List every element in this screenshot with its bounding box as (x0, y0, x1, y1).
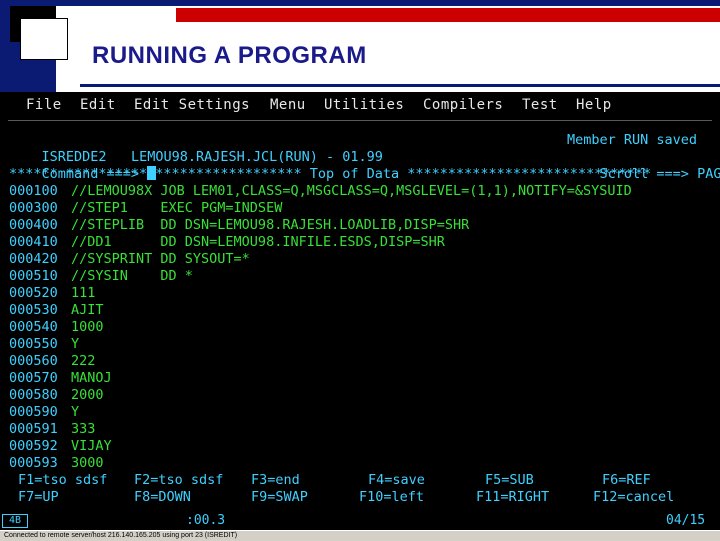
menu-utilities[interactable]: Utilities (324, 97, 404, 113)
pfkey-f6[interactable]: F6=REF (602, 472, 651, 489)
pfkey-f11[interactable]: F11=RIGHT (476, 489, 549, 506)
pfkey-f4[interactable]: F4=save (368, 472, 425, 489)
pfkey-f2[interactable]: F2=tso sdsf (134, 472, 223, 489)
slide-title-rule (80, 84, 720, 87)
pfkey-f9[interactable]: F9=SWAP (251, 489, 308, 506)
terminal-screen[interactable]: File Edit Edit Settings Menu Utilities C… (0, 92, 720, 512)
edit-line[interactable]: 000592 VIJAY (9, 438, 112, 455)
slide-corner-deco-light (20, 18, 68, 60)
dataset-name: LEMOU98.RAJESH.JCL(RUN) - 01.99 (130, 149, 383, 165)
slide-top-red-stripe (176, 8, 720, 22)
cursor-position: 04/15 (666, 513, 706, 528)
edit-line[interactable]: 000400//STEPLIB DD DSN=LEMOU98.RAJESH.LO… (9, 217, 469, 234)
edit-line[interactable]: 000540 1000 (9, 319, 104, 336)
edit-line[interactable]: 000410//DD1 DD DSN=LEMOU98.INFILE.ESDS,D… (9, 234, 445, 251)
menu-test[interactable]: Test (522, 97, 558, 113)
pfkey-f10[interactable]: F10=left (359, 489, 424, 506)
edit-line[interactable]: 000530 AJIT (9, 302, 104, 319)
pfkey-f7[interactable]: F7=UP (18, 489, 59, 506)
edit-line[interactable]: 000580 2000 (9, 387, 104, 404)
menu-compilers[interactable]: Compilers (423, 97, 503, 113)
scroll-value-input[interactable]: PAGE (697, 166, 720, 182)
scroll-field: Scroll ===> PAGE (567, 149, 720, 182)
menu-edit[interactable]: Edit (80, 97, 116, 113)
edit-line[interactable]: 000510//SYSIN DD * (9, 268, 193, 285)
edit-line[interactable]: 000590 Y (9, 404, 79, 421)
edit-line[interactable]: 000100//LEMOU98X JOB LEM01,CLASS=Q,MSGCL… (9, 183, 632, 200)
menu-help[interactable]: Help (576, 97, 612, 113)
edit-line[interactable]: 000520 111 (9, 285, 95, 302)
edit-header-line: ISREDDE2 LEMOU98.RAJESH.JCL(RUN) - 01.99 (9, 132, 383, 165)
slide-top-gap (80, 6, 176, 22)
menu-menu[interactable]: Menu (270, 97, 306, 113)
menu-edit-settings[interactable]: Edit Settings (134, 97, 250, 113)
edit-line[interactable]: 000300//STEP1 EXEC PGM=INDSEW (9, 200, 282, 217)
edit-line[interactable]: 000593 3000 (9, 455, 104, 472)
edit-line[interactable]: 000570 MANOJ (9, 370, 112, 387)
pfkey-f12[interactable]: F12=cancel (593, 489, 674, 506)
ispf-menu-bar: File Edit Edit Settings Menu Utilities C… (0, 92, 720, 116)
pfkey-f8[interactable]: F8=DOWN (134, 489, 191, 506)
edit-message: Member RUN saved (567, 132, 698, 148)
pfkey-f1[interactable]: F1=tso sdsf (18, 472, 107, 489)
edit-line[interactable]: 000420//SYSPRINT DD SYSOUT=* (9, 251, 250, 268)
terminal-status-bar: 4B :00.3 04/15 (0, 512, 720, 530)
pfkey-f3[interactable]: F3=end (251, 472, 300, 489)
slide-title: RUNNING A PROGRAM (92, 42, 367, 69)
edit-line[interactable]: 000591 333 (9, 421, 95, 438)
edit-line[interactable]: 000550 Y (9, 336, 79, 353)
top-of-data-marker: ****** ***************************** Top… (9, 166, 652, 182)
edit-line[interactable]: 000560 222 (9, 353, 95, 370)
emulator-status-strip: Connected to remote server/host 216.140.… (0, 530, 720, 541)
menu-file[interactable]: File (26, 97, 62, 113)
command-line: Command ===> (9, 149, 157, 182)
pfkey-f5[interactable]: F5=SUB (485, 472, 534, 489)
session-indicator: 4B (2, 514, 28, 528)
menu-divider (8, 120, 712, 121)
response-time: :00.3 (186, 513, 226, 528)
